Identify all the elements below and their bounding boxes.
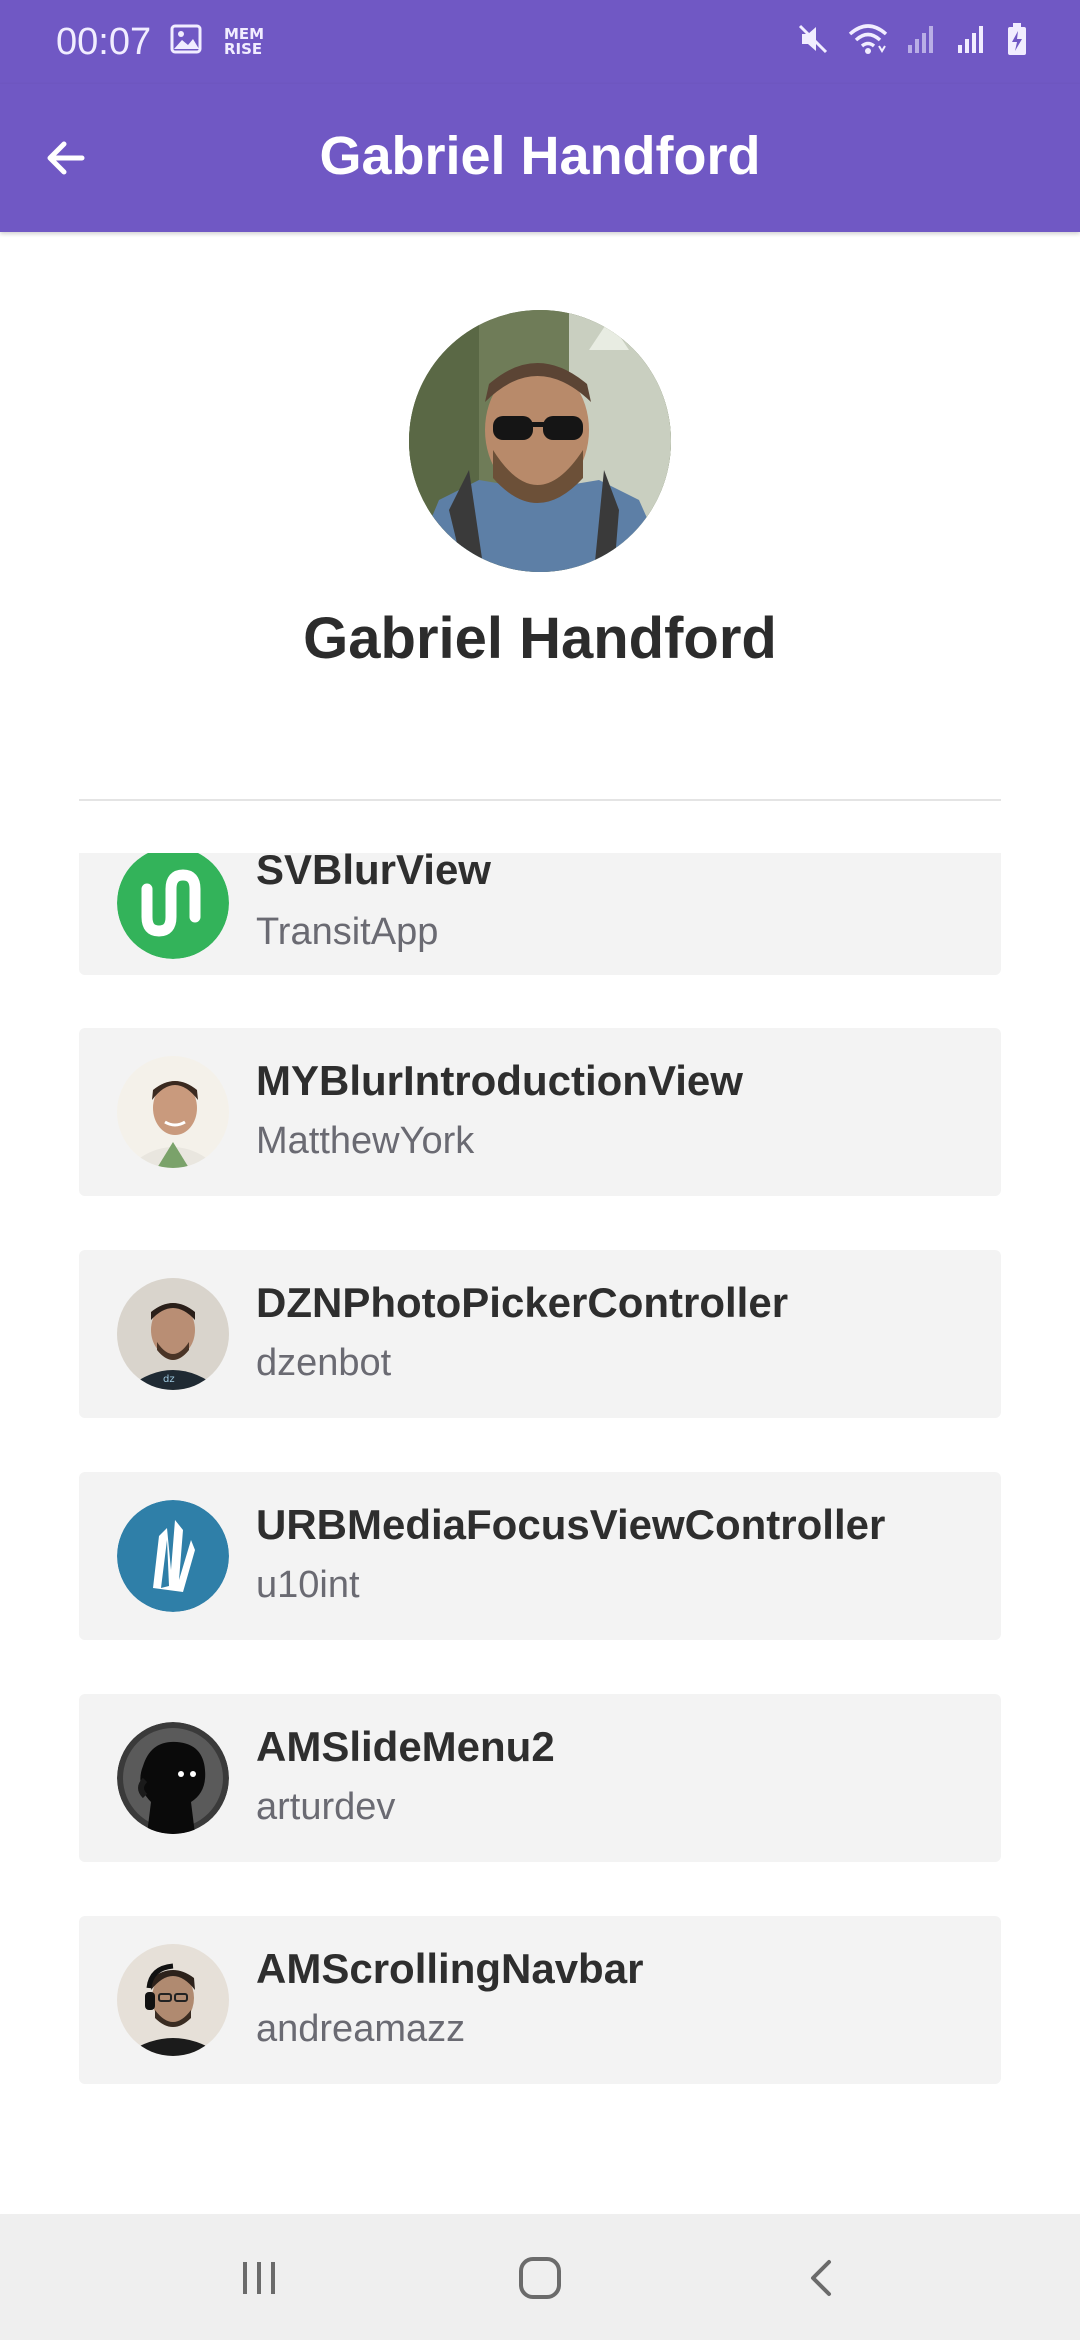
repo-owner: TransitApp bbox=[256, 911, 439, 953]
wifi-icon bbox=[848, 22, 888, 61]
user-avatar bbox=[117, 1056, 229, 1168]
repo-item[interactable]: SVBlurView TransitApp bbox=[79, 853, 1001, 975]
repo-item[interactable]: AMSlideMenu2 arturdev bbox=[79, 1694, 1001, 1862]
system-nav-bar bbox=[0, 2214, 1080, 2340]
recents-button[interactable] bbox=[219, 2238, 299, 2318]
status-right-icons bbox=[796, 22, 1028, 61]
repo-owner: MatthewYork bbox=[256, 1120, 475, 1162]
divider bbox=[79, 799, 1001, 801]
repo-item[interactable]: dz DZNPhotoPickerController dzenbot bbox=[79, 1250, 1001, 1418]
transitapp-logo bbox=[117, 853, 229, 959]
memrise-icon: MEM RISE bbox=[224, 26, 264, 58]
mute-icon bbox=[796, 22, 830, 61]
image-icon bbox=[170, 24, 202, 59]
repo-item[interactable]: URBMediaFocusViewController u10int bbox=[79, 1472, 1001, 1640]
status-time: 00:07 bbox=[56, 21, 152, 63]
repo-item[interactable]: MYBlurIntroductionView MatthewYork bbox=[79, 1028, 1001, 1196]
repo-name: AMSlideMenu2 bbox=[256, 1723, 555, 1770]
battery-charging-icon bbox=[1006, 22, 1028, 61]
repo-name: URBMediaFocusViewController bbox=[256, 1501, 886, 1548]
user-avatar bbox=[117, 1722, 229, 1834]
signal-icon bbox=[956, 23, 988, 60]
repo-owner: andreamazz bbox=[256, 2008, 466, 2050]
u10int-logo bbox=[117, 1500, 229, 1612]
back-icon bbox=[811, 2260, 831, 2296]
repo-item[interactable]: AMScrollingNavbar andreamazz bbox=[79, 1916, 1001, 2084]
status-bar: 00:07 MEM RISE bbox=[0, 0, 1080, 84]
user-avatar bbox=[117, 1944, 229, 2056]
app-bar: Gabriel Handford bbox=[0, 84, 1080, 232]
status-left-icons: MEM RISE bbox=[170, 24, 264, 59]
page-title: Gabriel Handford bbox=[319, 126, 761, 186]
profile-name: Gabriel Handford bbox=[303, 606, 777, 671]
user-avatar: dz bbox=[117, 1278, 229, 1390]
repo-name: SVBlurView bbox=[256, 853, 491, 893]
repo-name: DZNPhotoPickerController bbox=[256, 1279, 789, 1326]
profile-avatar bbox=[409, 310, 671, 572]
home-icon bbox=[519, 2257, 561, 2299]
repo-owner: dzenbot bbox=[256, 1342, 392, 1384]
home-button[interactable] bbox=[500, 2238, 580, 2318]
signal-icon bbox=[906, 23, 938, 60]
repo-name: MYBlurIntroductionView bbox=[256, 1057, 743, 1104]
svg-text:dz: dz bbox=[163, 1374, 175, 1385]
repo-owner: arturdev bbox=[256, 1786, 396, 1828]
memrise-text-bottom: RISE bbox=[224, 39, 263, 58]
back-nav-button[interactable] bbox=[781, 2238, 861, 2318]
repo-name: AMScrollingNavbar bbox=[256, 1945, 644, 1992]
repo-owner: u10int bbox=[256, 1564, 360, 1606]
recents-icon bbox=[243, 2262, 275, 2294]
repo-list[interactable]: SVBlurView TransitApp MYBlurIntroduction… bbox=[79, 853, 1001, 2113]
